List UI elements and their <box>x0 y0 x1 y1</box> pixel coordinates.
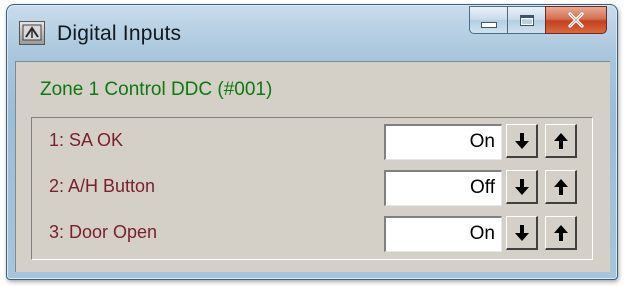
input-value-field[interactable]: Off <box>384 170 502 206</box>
zone-title: Zone 1 Control DDC (#001) <box>40 79 273 100</box>
close-button[interactable] <box>545 6 607 34</box>
arrow-up-icon <box>553 132 568 149</box>
input-label: 2: A/H Button <box>49 176 156 196</box>
digital-inputs-window: Digital Inputs Zone 1 Control DDC (#001)… <box>6 4 618 280</box>
input-row: 2: A/H Button Off <box>32 168 592 208</box>
input-value-field[interactable]: On <box>384 124 502 160</box>
inputs-panel: 1: SA OK On 2: A/H Button Off 3: Door Op… <box>31 117 593 260</box>
arrow-down-icon <box>514 178 529 195</box>
arrow-up-icon <box>553 224 568 241</box>
close-icon <box>568 12 584 28</box>
title-bar[interactable]: Digital Inputs <box>7 5 617 55</box>
increment-button[interactable] <box>545 170 577 204</box>
input-value-field[interactable]: On <box>384 216 502 252</box>
client-area: Zone 1 Control DDC (#001) 1: SA OK On 2:… <box>15 61 610 272</box>
arrow-up-icon <box>553 178 568 195</box>
maximize-icon <box>519 14 534 26</box>
input-label: 1: SA OK <box>49 130 124 150</box>
arrow-down-icon <box>514 132 529 149</box>
caption-buttons <box>469 6 607 34</box>
decrement-button[interactable] <box>506 124 538 158</box>
input-row: 3: Door Open On <box>32 214 592 254</box>
arrow-down-icon <box>514 224 529 241</box>
increment-button[interactable] <box>545 216 577 250</box>
minimize-button[interactable] <box>469 6 507 34</box>
increment-button[interactable] <box>545 124 577 158</box>
maximize-button[interactable] <box>507 6 545 34</box>
input-label: 3: Door Open <box>49 222 158 242</box>
window-title: Digital Inputs <box>57 22 182 45</box>
input-row: 1: SA OK On <box>32 122 592 162</box>
decrement-button[interactable] <box>506 170 538 204</box>
app-icon[interactable] <box>19 21 45 45</box>
decrement-button[interactable] <box>506 216 538 250</box>
minimize-icon <box>480 22 497 28</box>
